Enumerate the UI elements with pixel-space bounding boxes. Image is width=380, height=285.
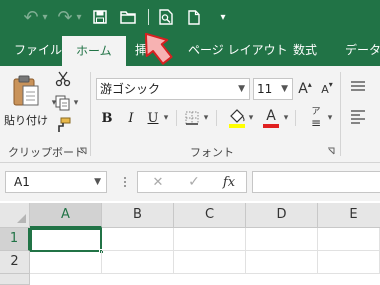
- font-separator: [176, 110, 177, 126]
- title-bar: ↶ ▾ ↷ ▾ ▾: [0, 0, 380, 34]
- align-top-icon[interactable]: [348, 78, 368, 96]
- formula-bar: A1 ▼ ✕ ✓ fx: [0, 163, 380, 201]
- clipboard-launcher-icon[interactable]: [78, 146, 88, 156]
- name-box[interactable]: A1 ▼: [5, 171, 107, 193]
- group-separator: [90, 72, 91, 156]
- font-separator: [216, 110, 217, 126]
- redo-icon[interactable]: ↷: [56, 7, 74, 28]
- cell-e2[interactable]: [318, 251, 380, 274]
- tab-file[interactable]: ファイル: [14, 34, 62, 66]
- ribbon: 貼り付け ▾ ▾ クリップボード 游ゴシック ▼ 11 ▼ A ▴ A ▾ B I …: [0, 66, 380, 163]
- borders-dropdown-icon[interactable]: ▾: [202, 112, 210, 124]
- cell-a2[interactable]: [30, 251, 102, 274]
- clipboard-group-label: クリップボード: [8, 146, 85, 159]
- tab-data[interactable]: データ: [345, 34, 380, 66]
- underline-dropdown-icon[interactable]: ▾: [162, 112, 170, 124]
- tab-home[interactable]: ホーム: [62, 36, 126, 66]
- font-name-combo[interactable]: 游ゴシック ▼: [96, 78, 250, 100]
- cell-c1[interactable]: [174, 228, 246, 251]
- formula-bar-grip-icon[interactable]: [122, 172, 128, 192]
- cell-c2[interactable]: [174, 251, 246, 274]
- name-box-value: A1: [14, 175, 30, 189]
- qat-separator: [148, 9, 149, 25]
- paste-button[interactable]: 貼り付け: [4, 72, 48, 130]
- font-color-swatch: [263, 124, 279, 128]
- undo-icon[interactable]: ↶: [22, 7, 40, 28]
- row-header-1[interactable]: 1: [0, 228, 30, 251]
- chevron-down-icon: ▼: [238, 84, 245, 94]
- save-icon[interactable]: [91, 7, 109, 27]
- formula-buttons: ✕ ✓ fx: [137, 171, 247, 193]
- shrink-font-icon: A: [321, 82, 329, 96]
- borders-icon[interactable]: [183, 109, 201, 127]
- underline-button[interactable]: U: [145, 108, 161, 128]
- folder-icon[interactable]: [118, 7, 138, 27]
- chevron-down-icon: ▼: [281, 84, 288, 94]
- bold-button[interactable]: B: [99, 108, 115, 128]
- cell-d2[interactable]: [246, 251, 318, 274]
- ribbon-tabs: ファイル ホーム 挿 ページ レイアウト 数式 データ: [0, 34, 380, 66]
- redo-dropdown-icon[interactable]: ▾: [74, 7, 84, 27]
- font-color-icon: A: [266, 108, 276, 124]
- font-color-button[interactable]: A: [262, 106, 280, 130]
- chevron-down-icon: ▼: [94, 177, 101, 187]
- cell-e1[interactable]: [318, 228, 380, 251]
- tab-page-layout[interactable]: ページ レイアウト: [188, 34, 288, 66]
- copy-dropdown-icon[interactable]: ▾: [72, 98, 80, 108]
- tab-formulas[interactable]: 数式: [293, 34, 317, 66]
- paste-icon: [13, 75, 39, 106]
- fill-color-dropdown-icon[interactable]: ▾: [247, 112, 255, 124]
- new-document-icon[interactable]: [185, 7, 203, 27]
- font-name-value: 游ゴシック: [100, 82, 161, 96]
- cell-d1[interactable]: [246, 228, 318, 251]
- font-size-combo[interactable]: 11 ▼: [253, 78, 293, 100]
- print-preview-icon[interactable]: [157, 7, 175, 27]
- font-separator: [295, 110, 296, 126]
- mouse-pointer-icon: [144, 32, 173, 65]
- fill-color-icon[interactable]: [227, 107, 247, 129]
- customize-qat-icon[interactable]: ▾: [216, 7, 230, 27]
- column-header-b[interactable]: B: [102, 203, 174, 228]
- cut-icon[interactable]: [54, 70, 72, 88]
- shrink-font-button[interactable]: A ▾: [318, 78, 336, 100]
- grow-font-button[interactable]: A ▴: [296, 78, 314, 100]
- undo-dropdown-icon[interactable]: ▾: [40, 7, 50, 27]
- align-left-icon[interactable]: [348, 108, 368, 126]
- column-header-a[interactable]: A: [30, 203, 102, 228]
- cancel-icon[interactable]: ✕: [148, 173, 168, 191]
- formula-input[interactable]: [252, 171, 380, 193]
- copy-icon[interactable]: [54, 94, 72, 112]
- column-header-e[interactable]: E: [318, 203, 380, 228]
- cell-b1[interactable]: [102, 228, 174, 251]
- column-header-c[interactable]: C: [174, 203, 246, 228]
- phonetic-button[interactable]: ア ≡: [308, 106, 324, 130]
- row-header-2[interactable]: 2: [0, 251, 30, 274]
- row-header-3[interactable]: [0, 274, 30, 285]
- italic-button[interactable]: I: [123, 108, 139, 128]
- font-size-value: 11: [257, 82, 273, 96]
- font-color-dropdown-icon[interactable]: ▾: [282, 112, 290, 124]
- phonetic-dropdown-icon[interactable]: ▾: [326, 112, 334, 124]
- enter-icon[interactable]: ✓: [184, 173, 204, 191]
- cell-b2[interactable]: [102, 251, 174, 274]
- font-launcher-icon[interactable]: [326, 146, 336, 156]
- grow-font-icon: A: [298, 81, 308, 97]
- cell-a1[interactable]: [30, 228, 102, 252]
- insert-function-icon[interactable]: fx: [218, 173, 240, 191]
- group-separator: [340, 72, 341, 156]
- column-header-d[interactable]: D: [246, 203, 318, 228]
- font-group-label: フォント: [190, 146, 234, 159]
- select-all-corner[interactable]: [0, 203, 30, 228]
- paste-label: 貼り付け: [4, 114, 48, 127]
- format-painter-icon[interactable]: [54, 116, 72, 134]
- worksheet-grid: A B C D E 1 2: [0, 201, 380, 285]
